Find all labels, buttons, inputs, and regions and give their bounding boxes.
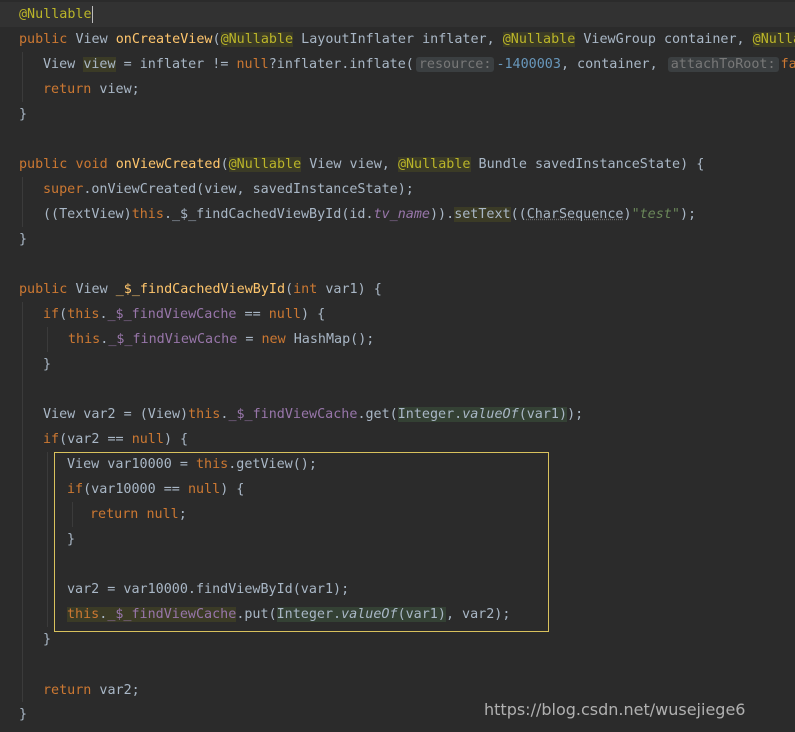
text-caret: [91, 5, 93, 23]
code-line[interactable]: if(this._$_findViewCache == null) {: [0, 302, 795, 327]
method-name: _$_findCachedViewById: [115, 282, 286, 297]
code-line[interactable]: ((TextView)this._$_findCachedViewById(id…: [0, 202, 795, 227]
code-line[interactable]: View view = inflater != null?inflater.in…: [0, 52, 795, 77]
code-line[interactable]: this._$_findViewCache = new HashMap();: [0, 327, 795, 352]
code-line[interactable]: super.onViewCreated(view, savedInstanceS…: [0, 177, 795, 202]
code-line[interactable]: public View onCreateView(@Nullable Layou…: [0, 27, 795, 52]
method-name: onCreateView: [115, 32, 213, 47]
method-name: onViewCreated: [115, 157, 221, 172]
annotation: @Nullable: [19, 7, 92, 22]
parameter-hint: resource:: [415, 57, 495, 72]
code-line[interactable]: public void onViewCreated(@Nullable View…: [0, 152, 795, 177]
code-line[interactable]: }: [0, 102, 795, 127]
watermark: https://blog.csdn.net/wusejiege6: [484, 700, 746, 719]
code-line[interactable]: }: [0, 352, 795, 377]
code-line[interactable]: public View _$_findCachedViewById(int va…: [0, 277, 795, 302]
code-editor[interactable]: @Nullable public View onCreateView(@Null…: [0, 0, 795, 732]
code-line[interactable]: @Nullable: [0, 2, 795, 27]
code-line[interactable]: }: [0, 227, 795, 252]
code-line[interactable]: View var2 = (View)this._$_findViewCache.…: [0, 402, 795, 427]
highlight-box: [54, 452, 549, 632]
code-line[interactable]: return view;: [0, 77, 795, 102]
parameter-hint: attachToRoot:: [667, 57, 779, 72]
code-line[interactable]: if(var2 == null) {: [0, 427, 795, 452]
